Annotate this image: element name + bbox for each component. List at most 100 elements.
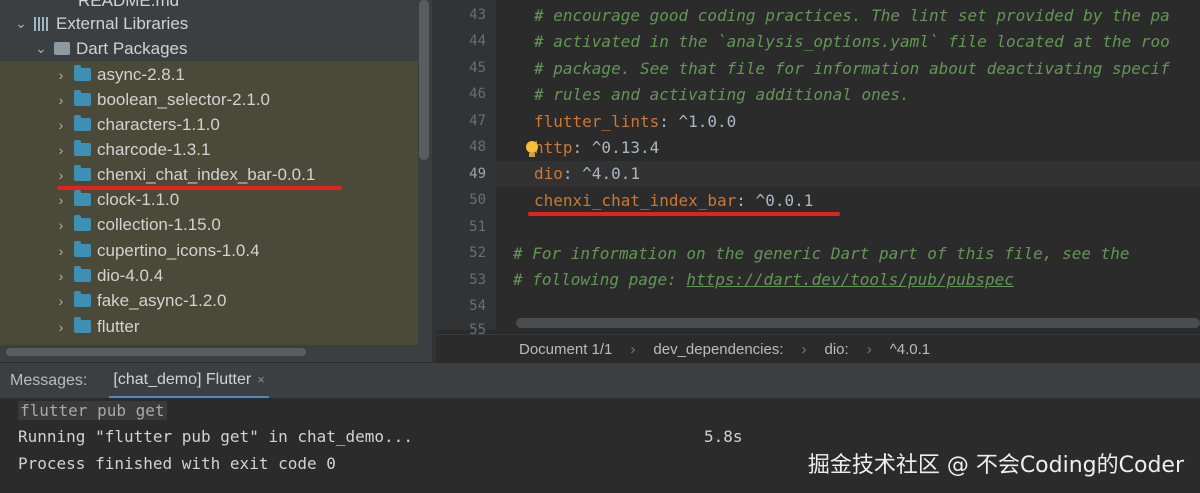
package-label: clock-1.1.0 xyxy=(97,189,180,209)
chevron-down-icon[interactable]: ⌄ xyxy=(34,40,48,57)
code-line: # encourage good coding practices. The l… xyxy=(534,6,1170,25)
chevron-right-icon[interactable]: › xyxy=(54,319,68,335)
folder-icon xyxy=(74,190,91,206)
breadcrumb: Document 1/1 › dev_dependencies: › dio: … xyxy=(436,334,1200,363)
line-number: 48 xyxy=(469,139,486,155)
code-editor[interactable]: # encourage good coding practices. The l… xyxy=(496,0,1200,330)
chevron-right-icon[interactable]: › xyxy=(54,243,68,259)
line-number: 54 xyxy=(469,298,486,314)
package-label: collection-1.15.0 xyxy=(97,214,221,234)
vertical-scrollbar[interactable] xyxy=(419,0,429,160)
red-underline-annotation xyxy=(528,212,840,216)
tab-chat-demo-flutter[interactable]: [chat_demo] Flutter × xyxy=(109,363,269,399)
lightbulb-icon[interactable] xyxy=(526,141,538,157)
chevron-right-icon[interactable]: › xyxy=(54,192,68,208)
chevron-right-icon[interactable]: › xyxy=(54,92,68,108)
tree-item-dart-packages[interactable]: ⌄ Dart Packages xyxy=(34,36,188,61)
code-line: dio: ^4.0.1 xyxy=(534,161,640,187)
pubspec-link[interactable]: https://dart.dev/tools/pub/pubspec xyxy=(686,270,1014,289)
yaml-key: dio xyxy=(534,164,563,183)
line-number-gutter: 43 44 45 46 47 48 49 50 51 52 53 54 55 xyxy=(436,0,496,338)
package-label: boolean_selector-2.1.0 xyxy=(97,89,270,109)
line-number: 46 xyxy=(469,86,486,102)
chevron-down-icon[interactable]: ⌄ xyxy=(14,15,28,32)
tree-item-package[interactable]: › collection-1.15.0 xyxy=(54,212,221,237)
tree-item-label: Dart Packages xyxy=(76,38,188,58)
breadcrumb-key[interactable]: dio: xyxy=(825,341,849,358)
chevron-right-icon[interactable]: › xyxy=(54,293,68,309)
yaml-key: http xyxy=(534,138,573,157)
folder-icon xyxy=(74,241,91,257)
code-line: flutter_lints: ^1.0.0 xyxy=(534,109,736,135)
folder-icon xyxy=(74,317,91,333)
editor-horizontal-scrollbar[interactable] xyxy=(516,318,1200,328)
tree-item-package[interactable]: › cupertino_icons-1.0.4 xyxy=(54,238,260,263)
line-number: 53 xyxy=(469,272,486,288)
yaml-key: chenxi_chat_index_bar xyxy=(534,191,737,210)
breadcrumb-value[interactable]: ^4.0.1 xyxy=(890,341,930,358)
yaml-value: : ^0.13.4 xyxy=(572,138,660,157)
tree-item-package[interactable]: › flutter xyxy=(54,314,140,339)
yaml-value: : ^1.0.0 xyxy=(659,112,737,131)
breadcrumb-section[interactable]: dev_dependencies: xyxy=(653,341,783,358)
tree-item-package[interactable]: › chenxi_chat_index_bar-0.0.1 xyxy=(54,162,316,187)
folder-icon xyxy=(74,215,91,231)
code-line: # activated in the `analysis_options.yam… xyxy=(534,32,1170,51)
package-label: dio-4.0.4 xyxy=(97,265,164,285)
package-label: cupertino_icons-1.0.4 xyxy=(97,240,260,260)
comment-text: # following page: xyxy=(513,270,687,289)
line-number: 47 xyxy=(469,113,486,129)
package-label: charcode-1.3.1 xyxy=(97,139,211,159)
tree-item-package[interactable]: › charcode-1.3.1 xyxy=(54,137,211,162)
messages-label: Messages: xyxy=(10,372,88,389)
red-underline-annotation xyxy=(57,186,342,190)
chevron-right-icon[interactable]: › xyxy=(54,167,68,183)
messages-toolbar: Messages: [chat_demo] Flutter × xyxy=(0,362,1200,399)
folder-icon xyxy=(74,291,91,307)
code-line: chenxi_chat_index_bar: ^0.0.1 xyxy=(534,188,813,214)
breadcrumb-separator: › xyxy=(866,340,872,358)
tree-item-package[interactable]: › clock-1.1.0 xyxy=(54,187,180,212)
package-label: async-2.8.1 xyxy=(97,64,185,84)
tree-item-label: README.md xyxy=(78,0,180,10)
tree-item-package[interactable]: › async-2.8.1 xyxy=(54,62,185,87)
breadcrumb-document[interactable]: Document 1/1 xyxy=(519,341,612,358)
console-line: Process finished with exit code 0 xyxy=(18,454,336,473)
tree-item-package[interactable]: › characters-1.1.0 xyxy=(54,112,220,137)
line-number: 52 xyxy=(469,245,486,261)
tree-item-package[interactable]: › dio-4.0.4 xyxy=(54,263,164,288)
breadcrumb-separator: › xyxy=(801,340,807,358)
code-line: # following page: https://dart.dev/tools… xyxy=(513,267,1014,293)
chevron-right-icon[interactable]: › xyxy=(54,142,68,158)
package-label: fake_async-1.2.0 xyxy=(97,290,227,310)
tree-item-package[interactable]: › fake_async-1.2.0 xyxy=(54,288,227,313)
line-number: 43 xyxy=(469,7,486,23)
folder-icon xyxy=(74,266,91,282)
line-number: 51 xyxy=(469,219,486,235)
console-duration: 5.8s xyxy=(704,427,743,446)
console-command: flutter pub get xyxy=(18,401,167,420)
close-icon[interactable]: × xyxy=(257,372,265,387)
folder-icon xyxy=(74,140,91,156)
package-label: characters-1.1.0 xyxy=(97,114,220,134)
tab-label: [chat_demo] Flutter xyxy=(113,370,252,388)
tree-item-external-libraries[interactable]: ⌄ External Libraries xyxy=(14,11,188,36)
chevron-right-icon[interactable]: › xyxy=(54,268,68,284)
chevron-right-icon[interactable]: › xyxy=(54,117,68,133)
line-number-current: 49 xyxy=(469,166,486,182)
tree-item-package[interactable]: › boolean_selector-2.1.0 xyxy=(54,87,270,112)
chevron-right-icon[interactable]: › xyxy=(54,67,68,83)
package-label: chenxi_chat_index_bar-0.0.1 xyxy=(97,164,316,184)
code-line: # package. See that file for information… xyxy=(534,59,1170,78)
yaml-value: : ^4.0.1 xyxy=(562,164,640,183)
code-line: # For information on the generic Dart pa… xyxy=(513,244,1130,263)
project-tree-panel: README.md ⌄ External Libraries ⌄ Dart Pa… xyxy=(0,0,432,362)
folder-icon xyxy=(74,165,91,181)
library-icon xyxy=(34,16,50,31)
folder-icon xyxy=(74,90,91,106)
tree-item-label: External Libraries xyxy=(56,13,189,33)
horizontal-scrollbar[interactable] xyxy=(6,348,306,356)
line-number: 50 xyxy=(469,192,486,208)
chevron-right-icon[interactable]: › xyxy=(54,217,68,233)
watermark-text: 掘金技术社区 @ 不会Coding的Coder xyxy=(807,453,1184,478)
